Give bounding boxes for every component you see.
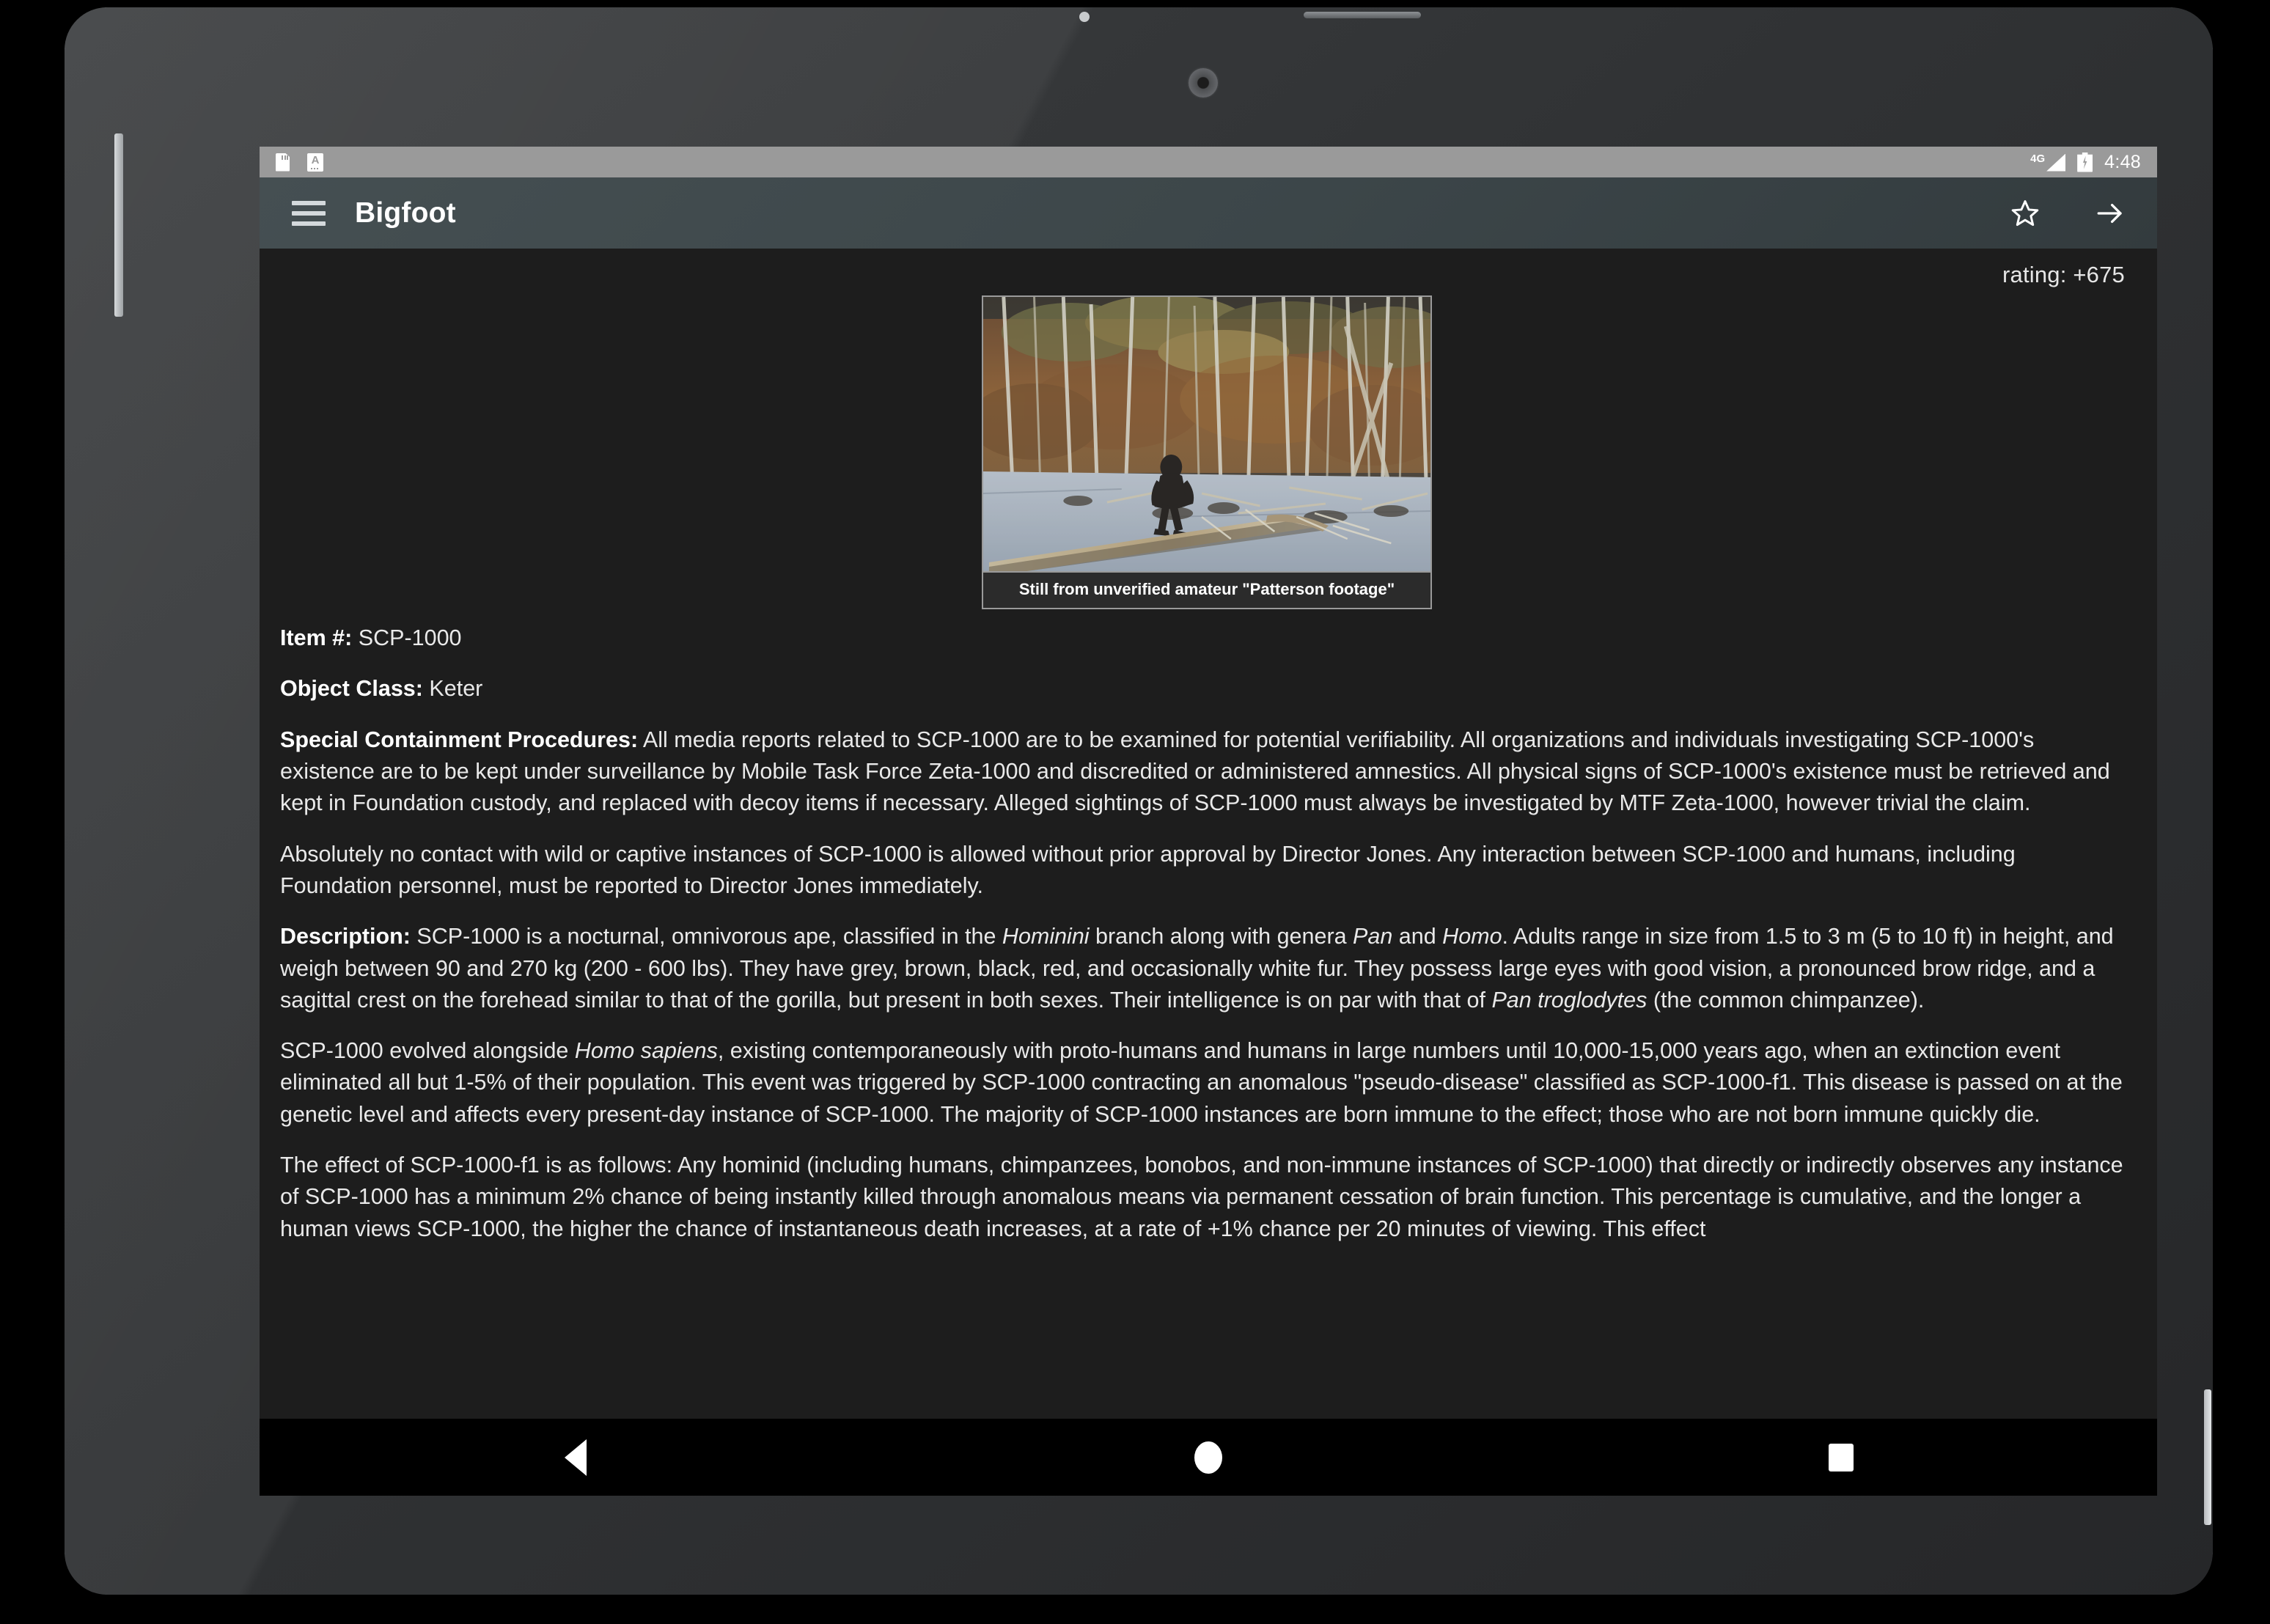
screenshot-root: A 4G 4:48 Bigfoot rating: +675 Still fro…: [0, 0, 2270, 1624]
rating-label: rating: +675: [2002, 262, 2125, 287]
article-body: Item #: SCP-1000 Object Class: Keter Spe…: [279, 622, 2135, 1245]
back-button[interactable]: [532, 1432, 620, 1483]
paragraph-text: SCP-1000 is a nocturnal, omnivorous ape,…: [280, 924, 2114, 1013]
field-label: Object Class:: [280, 676, 423, 702]
paragraph-label: Special Containment Procedures:: [280, 727, 639, 752]
android-nav-bar: [260, 1419, 2157, 1496]
status-bar-left: A: [276, 153, 323, 172]
article-content[interactable]: rating: +675 Still from unverified amate…: [260, 249, 2157, 1419]
status-clock: 4:48: [2104, 151, 2141, 172]
patterson-footage-image: [983, 297, 1430, 571]
field-item-number: Item #: SCP-1000: [280, 622, 2132, 654]
figure-caption: Still from unverified amateur "Patterson…: [983, 571, 1430, 609]
paragraph-text: SCP-1000 evolved alongside Homo sapiens,…: [280, 1038, 2123, 1127]
app-bar: Bigfoot: [260, 177, 2157, 249]
paragraph-effect: The effect of SCP-1000-f1 is as follows:…: [280, 1150, 2132, 1245]
front-camera-icon: [1189, 68, 1218, 98]
status-bar: A 4G 4:48: [260, 147, 2157, 177]
favorite-button[interactable]: [2006, 194, 2044, 232]
status-bar-right: 4G 4:48: [2030, 152, 2141, 173]
tablet-device: A 4G 4:48 Bigfoot rating: +675 Still fro…: [65, 7, 2213, 1595]
app-bar-actions: [2006, 194, 2129, 232]
recents-button[interactable]: [1797, 1432, 1885, 1483]
field-value: SCP-1000: [352, 625, 462, 651]
signal-4g-icon: 4G: [2030, 152, 2066, 172]
power-button[interactable]: [2204, 1389, 2211, 1525]
device-screen: A 4G 4:48 Bigfoot rating: +675 Still fro…: [260, 147, 2157, 1419]
battery-charging-icon: [2077, 152, 2093, 172]
page-title: Bigfoot: [355, 196, 456, 229]
paragraph-text: Absolutely no contact with wild or capti…: [280, 841, 2016, 898]
tablet-body: A 4G 4:48 Bigfoot rating: +675 Still fro…: [65, 7, 2213, 1595]
text-format-icon: A: [307, 153, 323, 172]
volume-button[interactable]: [114, 133, 123, 317]
field-object-class: Object Class: Keter: [280, 673, 2132, 705]
article-figure[interactable]: Still from unverified amateur "Patterson…: [982, 295, 1432, 610]
paragraph-text: The effect of SCP-1000-f1 is as follows:…: [280, 1153, 2123, 1241]
hamburger-menu-icon[interactable]: [292, 200, 326, 226]
forward-button[interactable]: [2091, 194, 2129, 232]
network-label: 4G: [2030, 152, 2046, 165]
paragraph-description: Description: SCP-1000 is a nocturnal, om…: [280, 921, 2132, 1016]
speaker-grille: [1304, 12, 1421, 18]
sd-card-icon: [276, 153, 290, 172]
field-label: Item #:: [280, 625, 353, 651]
paragraph-containment: Special Containment Procedures: All medi…: [280, 724, 2132, 820]
field-value: Keter: [422, 676, 483, 702]
paragraph-evolution: SCP-1000 evolved alongside Homo sapiens,…: [280, 1035, 2132, 1131]
paragraph-contact: Absolutely no contact with wild or capti…: [280, 839, 2132, 903]
sensor-dot-icon: [1079, 12, 1090, 22]
home-button[interactable]: [1164, 1432, 1252, 1483]
paragraph-label: Description:: [280, 924, 411, 949]
